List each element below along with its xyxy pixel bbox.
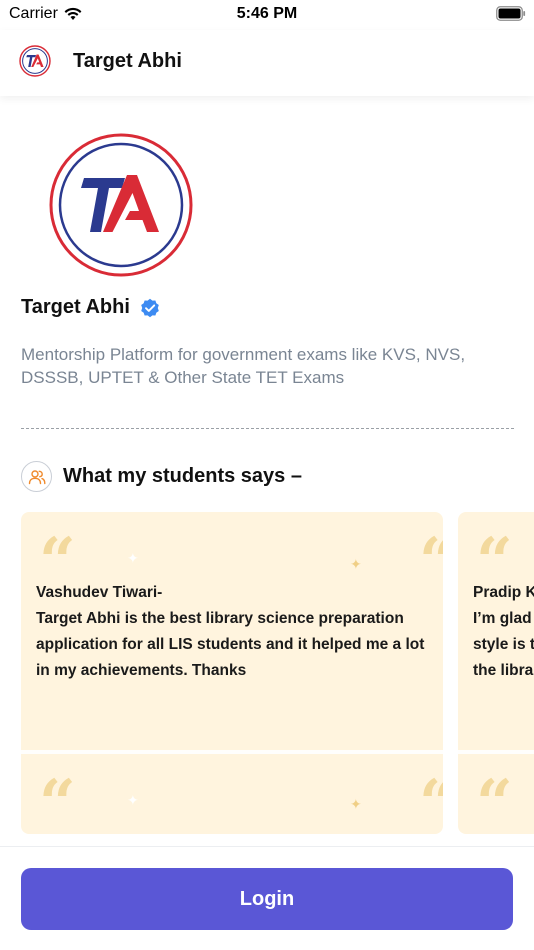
sparkle-icon: ✦ bbox=[350, 796, 362, 812]
sparkle-icon: ✦ bbox=[350, 556, 362, 572]
testimonial-text: Pradip K I’m glad style is t the libra bbox=[473, 580, 534, 684]
quote-icon: “ bbox=[419, 772, 443, 835]
card-separator bbox=[458, 750, 534, 754]
verified-badge-icon bbox=[141, 298, 159, 317]
status-time: 5:46 PM bbox=[236, 5, 298, 22]
testimonial-author: Vashudev Tiwari- bbox=[36, 584, 163, 601]
testimonials-carousel[interactable]: “ “ ✦ ✦ Vashudev Tiwari- Target Abhi is … bbox=[21, 512, 534, 834]
sparkle-icon: ✦ bbox=[127, 550, 139, 566]
status-bar: Carrier 5:46 PM bbox=[0, 0, 534, 30]
header-title: Target Abhi bbox=[73, 50, 182, 72]
target-abhi-logo-icon bbox=[19, 45, 51, 77]
app-header: Target Abhi bbox=[0, 30, 534, 96]
dashed-divider bbox=[21, 428, 514, 429]
testimonial-line: style is t bbox=[473, 636, 534, 653]
bottom-bar: Login bbox=[0, 846, 534, 950]
card-separator bbox=[21, 750, 443, 754]
quote-icon: “ bbox=[39, 766, 76, 835]
testimonial-line: I’m glad bbox=[473, 610, 532, 627]
battery-icon bbox=[496, 6, 526, 21]
testimonial-card[interactable]: “ “ ✦ ✦ Vashudev Tiwari- Target Abhi is … bbox=[21, 512, 443, 834]
login-button[interactable]: Login bbox=[21, 868, 513, 930]
testimonial-text: Vashudev Tiwari- Target Abhi is the best… bbox=[36, 580, 431, 684]
sparkle-icon: ✦ bbox=[127, 792, 139, 808]
testimonials-heading: What my students says – bbox=[21, 461, 302, 492]
testimonial-card[interactable]: “ Pradip K I’m glad style is t the libra… bbox=[458, 512, 534, 834]
testimonial-line: the libra bbox=[473, 662, 534, 679]
testimonial-author: Pradip K bbox=[473, 584, 534, 601]
testimonials-title: What my students says – bbox=[63, 465, 302, 487]
profile-name-row: Target Abhi bbox=[21, 296, 160, 319]
profile-logo bbox=[49, 133, 193, 277]
testimonial-body: Target Abhi is the best library science … bbox=[36, 610, 425, 679]
users-icon bbox=[21, 461, 52, 492]
quote-icon: “ bbox=[476, 766, 513, 835]
profile-name: Target Abhi bbox=[21, 296, 130, 318]
profile-description: Mentorship Platform for government exams… bbox=[21, 345, 466, 387]
